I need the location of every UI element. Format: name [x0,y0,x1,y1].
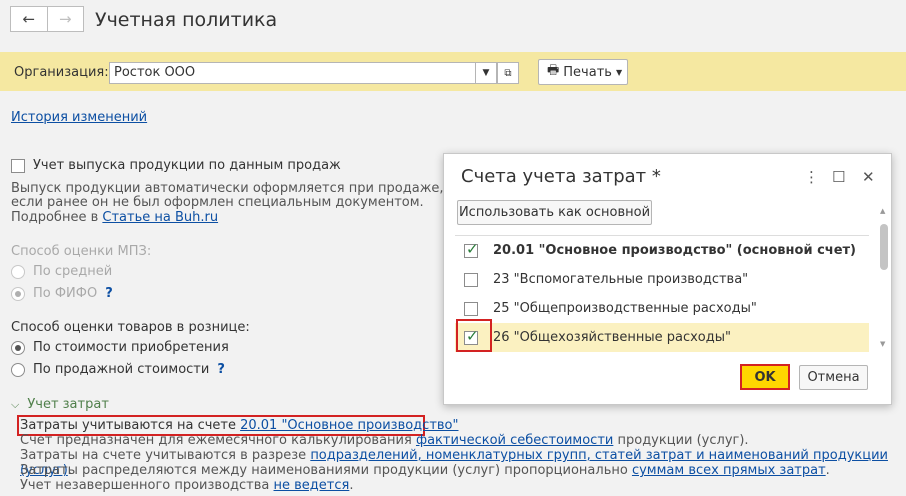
ok-button[interactable]: OK [740,364,790,390]
back-button[interactable]: ← [10,6,48,32]
scroll-up-icon[interactable]: ▲ [880,207,885,215]
actual-cost-link[interactable]: фактической себестоимости [416,433,613,448]
scroll-down-icon[interactable]: ▼ [880,340,885,348]
arrow-right-icon: → [58,10,72,28]
organization-open-button[interactable]: ⧉ [497,62,519,84]
costs-line-2-prefix: Счет предназначен для ежемесячного кальк… [20,433,416,448]
history-link[interactable]: История изменений [11,110,147,125]
nav-buttons: ← → [10,6,84,32]
costs-line-4-suffix: . [825,463,830,478]
production-desc-2: если ранее он не был оформлен специальны… [11,195,424,210]
mpz-help-icon[interactable]: ? [105,286,113,301]
production-by-sales-option[interactable]: Учет выпуска продукции по данным продаж [11,158,341,173]
mpz-average-radio [11,264,25,279]
costs-line-4-prefix: Затраты распределяются между наименовани… [20,463,632,478]
retail-cost-label: По стоимости приобретения [33,340,229,355]
costs-line-2-suffix: продукции (услуг). [613,433,749,448]
costs-line-2: Счет предназначен для ежемесячного кальк… [20,433,749,448]
costs-line-1-prefix: Затраты учитываются на счете [20,418,241,433]
cancel-button[interactable]: Отмена [799,365,868,390]
retail-sale-label: По продажной стоимости [33,362,210,377]
print-label: Печать [563,64,612,80]
costs-line-5-suffix: . [349,478,354,493]
costs-line-5-prefix: Учет незавершенного производства [20,478,274,493]
account-row[interactable]: ✓ 20.01 "Основное производство" (основно… [455,236,869,265]
retail-sale-radio[interactable] [11,362,25,377]
accounts-list: ✓ 20.01 "Основное производство" (основно… [455,235,869,354]
mpz-average-label: По средней [33,264,113,279]
retail-help-icon[interactable]: ? [217,362,225,377]
organization-value: Росток ООО [114,65,196,80]
organization-dropdown-button[interactable]: ▼ [475,62,497,84]
mpz-label: Способ оценки МПЗ: [11,244,152,259]
account-row[interactable]: 23 "Вспомогательные производства" [455,265,869,294]
page-title: Учетная политика [95,9,278,31]
retail-label: Способ оценки товаров в рознице: [11,320,250,335]
account-checkbox[interactable]: ✓ [464,240,479,258]
mpz-fifo-label: По ФИФО [33,286,98,301]
mpz-fifo-radio [11,286,25,301]
account-label: 26 "Общехозяйственные расходы" [493,330,731,345]
maximize-icon[interactable]: ☐ [832,168,845,186]
forward-button[interactable]: → [47,6,84,32]
costs-section-toggle[interactable]: ⌵ Учет затрат [11,397,109,412]
mpz-option-fifo: По ФИФО ? [11,286,113,301]
direct-costs-link[interactable]: суммам всех прямых затрат [632,463,826,478]
buh-article-link[interactable]: Статье на Buh.ru [102,210,218,225]
account-label: 25 "Общепроизводственные расходы" [493,301,757,316]
costs-section-title: Учет затрат [27,397,109,412]
account-checkbox[interactable] [464,301,478,316]
cost-account-link[interactable]: 20.01 "Основное производство" [240,418,458,433]
retail-option-sale[interactable]: По продажной стоимости ? [11,362,225,377]
print-button[interactable]: 🖶 Печать ▼ [538,59,628,85]
production-desc-prefix: Подробнее в [11,210,103,225]
account-label: 23 "Вспомогательные производства" [493,272,749,287]
organization-field[interactable]: Росток ООО [109,62,476,84]
scrollbar-thumb[interactable] [880,224,888,270]
costs-line-3-prefix: Затраты на счете учитываются в разрезе [20,448,311,463]
chevron-down-icon: ⌵ [11,397,20,411]
production-desc-1: Выпуск продукции автоматически оформляет… [11,181,444,196]
costs-line-4: Затраты распределяются между наименовани… [20,463,830,478]
account-label: 20.01 "Основное производство" (основной … [493,243,856,258]
highlight-checkbox [456,319,492,352]
dialog-title: Счета учета затрат * [461,166,661,187]
retail-option-cost[interactable]: По стоимости приобретения [11,340,229,355]
wip-link[interactable]: не ведется [274,478,350,493]
mpz-option-average: По средней [11,264,112,279]
production-desc-3: Подробнее в Статье на Buh.ru [11,210,218,225]
chevron-down-icon: ▼ [615,67,623,77]
account-row[interactable]: 25 "Общепроизводственные расходы" [455,294,869,323]
use-as-main-button[interactable]: Использовать как основной [457,200,652,225]
printer-icon: 🖶 [547,63,560,78]
organization-label: Организация: [14,65,109,80]
costs-line-1: Затраты учитываются на счете 20.01 "Осно… [20,418,459,433]
chevron-down-icon: ▼ [482,68,490,78]
more-icon[interactable]: ⋮ [804,168,819,186]
account-checkbox[interactable] [464,272,478,287]
arrow-left-icon: ← [22,10,36,28]
costs-line-5: Учет незавершенного производства не веде… [20,478,353,493]
retail-cost-radio[interactable] [11,340,25,355]
checkmark-icon: ✓ [466,239,479,258]
production-by-sales-checkbox[interactable] [11,158,25,173]
close-icon[interactable]: ✕ [862,168,875,186]
production-by-sales-label: Учет выпуска продукции по данным продаж [33,158,341,173]
account-row[interactable]: ✓ 26 "Общехозяйственные расходы" [455,323,869,352]
open-window-icon: ⧉ [504,67,512,79]
